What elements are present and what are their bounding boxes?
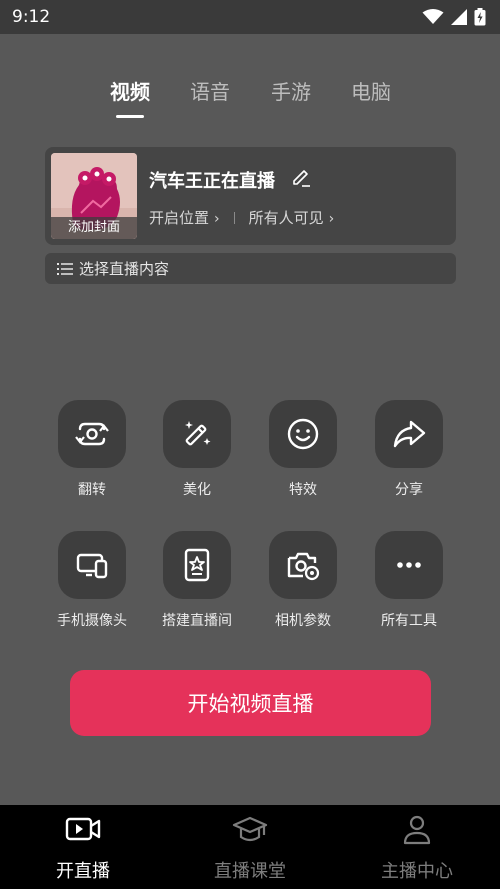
bottom-nav: 开直播 直播课堂 主播中心 — [0, 805, 500, 889]
phone-camera-icon — [76, 553, 108, 579]
effects-button[interactable] — [269, 400, 337, 468]
select-content-label: 选择直播内容 — [79, 260, 170, 278]
tab-video[interactable]: 视频 — [95, 76, 165, 105]
room-setup-icon — [184, 548, 210, 582]
tool-all-tools: 所有工具 — [364, 531, 454, 630]
nav-item-streamer-center[interactable]: 主播中心 — [334, 805, 500, 889]
phone-camera-label: 手机摄像头 — [57, 613, 127, 629]
cover-image[interactable]: 添加封面 — [51, 153, 137, 239]
beautify-label: 美化 — [183, 482, 211, 498]
signal-icon — [451, 9, 467, 25]
live-camera-icon — [65, 817, 101, 841]
options-divider — [233, 211, 235, 224]
room-setup-label: 搭建直播间 — [162, 613, 232, 629]
mode-tabs: 视频 语音 手游 电脑 — [0, 76, 500, 120]
edit-pencil-icon[interactable] — [291, 167, 311, 187]
tool-flip: 翻转 — [47, 400, 137, 499]
select-live-content[interactable]: 选择直播内容 — [45, 253, 456, 284]
magic-wand-icon — [185, 421, 211, 446]
status-time: 9:12 — [12, 7, 51, 27]
nav-item-live-class[interactable]: 直播课堂 — [167, 805, 333, 889]
visibility-label: 所有人可见 — [248, 209, 324, 227]
camera-settings-label: 相机参数 — [275, 613, 331, 629]
location-label: 开启位置 — [149, 209, 210, 227]
stream-info-card: 添加封面 汽车王正在直播 开启位置 › 所有人可见 › — [45, 147, 456, 245]
share-label: 分享 — [395, 482, 423, 498]
list-icon — [57, 262, 73, 275]
status-icons — [422, 8, 486, 26]
camera-settings-button[interactable] — [269, 531, 337, 599]
tab-pc[interactable]: 电脑 — [336, 76, 406, 105]
tool-camera-settings: 相机参数 — [258, 531, 348, 630]
tool-beautify: 美化 — [152, 400, 242, 499]
tool-effects: 特效 — [258, 400, 348, 499]
nav-label-go-live: 开直播 — [56, 861, 110, 882]
all-tools-button[interactable] — [375, 531, 443, 599]
location-toggle[interactable]: 开启位置 › — [149, 207, 220, 228]
tool-phone-camera: 手机摄像头 — [47, 531, 137, 630]
battery-icon — [474, 8, 486, 26]
effects-label: 特效 — [289, 482, 317, 498]
share-button[interactable] — [375, 400, 443, 468]
beautify-button[interactable] — [163, 400, 231, 468]
status-bar: 9:12 — [0, 0, 500, 34]
wifi-icon — [422, 9, 444, 24]
stream-title[interactable]: 汽车王正在直播 — [149, 167, 275, 193]
all-tools-label: 所有工具 — [381, 613, 437, 629]
stream-options: 开启位置 › 所有人可见 › — [149, 207, 334, 228]
smiley-effect-icon — [287, 418, 319, 450]
share-arrow-icon — [393, 420, 426, 448]
tab-voice[interactable]: 语音 — [175, 76, 245, 105]
active-tab-indicator — [116, 115, 144, 118]
flip-label: 翻转 — [78, 482, 106, 498]
nav-item-go-live[interactable]: 开直播 — [0, 805, 166, 889]
flip-camera-icon — [75, 422, 109, 446]
tab-mobile-game[interactable]: 手游 — [256, 76, 326, 105]
visibility-selector[interactable]: 所有人可见 › — [249, 207, 335, 228]
nav-label-streamer-center: 主播中心 — [381, 861, 453, 882]
room-setup-button[interactable] — [163, 531, 231, 599]
chevron-right-icon: › — [328, 211, 335, 227]
nav-label-live-class: 直播课堂 — [214, 861, 286, 882]
graduation-cap-icon — [232, 816, 268, 842]
flip-button[interactable] — [58, 400, 126, 468]
more-dots-icon — [397, 562, 421, 568]
phone-camera-button[interactable] — [58, 531, 126, 599]
chevron-right-icon: › — [214, 211, 220, 227]
tool-share: 分享 — [364, 400, 454, 499]
start-video-live-button[interactable]: 开始视频直播 — [70, 670, 431, 736]
camera-settings-icon — [287, 552, 320, 581]
person-icon — [403, 815, 431, 845]
tool-room-setup: 搭建直播间 — [152, 531, 242, 630]
add-cover-label: 添加封面 — [51, 217, 137, 239]
